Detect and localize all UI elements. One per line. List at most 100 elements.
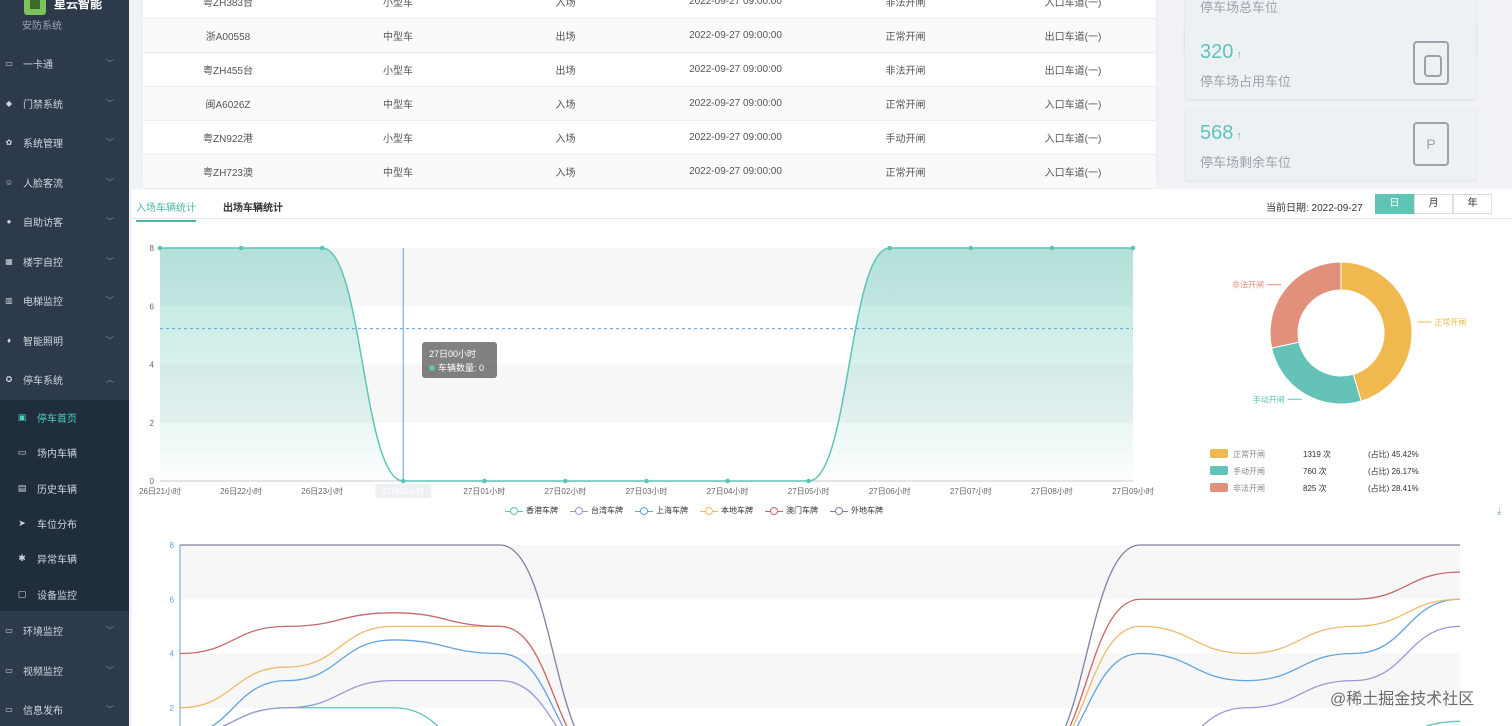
pie-legend-label: 正常开闸 bbox=[1233, 450, 1265, 459]
legend-label: 台湾车牌 bbox=[591, 506, 623, 515]
chevron-up-icon: ︿ bbox=[106, 375, 114, 384]
legend-swatch bbox=[1210, 466, 1228, 475]
legend-item[interactable]: 外地车牌 bbox=[830, 505, 883, 516]
table-cell: 小型车 bbox=[383, 134, 413, 145]
table-cell: 中型车 bbox=[383, 168, 413, 179]
sidebar: 星云智能 安防系统 ▣ 停车首页 ▭ 场内车辆 ▤ 历史车辆 ➤ 车位分布 ✱ 异常车辆 ▢ 设备监控… bbox=[0, 0, 129, 726]
sidebar-item-after-2[interactable]: ▭ 视频监控 ﹀ bbox=[0, 651, 129, 690]
legend-item[interactable]: 本地车牌 bbox=[700, 505, 753, 516]
submenu-item-3[interactable]: ▤ 历史车辆 bbox=[0, 471, 129, 506]
legend-item[interactable]: 香港车牌 bbox=[505, 505, 558, 516]
table-cell: 闽A6026Z bbox=[205, 100, 251, 111]
table-cell: 小型车 bbox=[383, 66, 413, 77]
download-icon[interactable]: ⤓ bbox=[1497, 506, 1501, 517]
table-cell: 粤ZH455台 bbox=[202, 66, 253, 77]
chevron-down-icon: ﹀ bbox=[106, 705, 114, 714]
legend-marker bbox=[635, 506, 653, 515]
face-icon: ☺ bbox=[4, 177, 14, 187]
submenu-item-1[interactable]: ▣ 停车首页 bbox=[0, 400, 129, 435]
dashboard-icon: ▣ bbox=[17, 412, 27, 422]
legend-swatch bbox=[1210, 449, 1228, 458]
sidebar-item-after-1[interactable]: ▭ 环境监控 ﹀ bbox=[0, 611, 129, 650]
sidebar-item-6[interactable]: ▦ 楼宇自控 ﹀ bbox=[0, 242, 129, 281]
sidebar-item-security[interactable]: 安防系统 bbox=[22, 17, 62, 32]
table-row[interactable]: 闽A6026Z 中型车 入场 2022-09-27 09:00:00 正常开闸 入口车道(… bbox=[143, 87, 1156, 121]
elevator-icon: ▥ bbox=[5, 296, 13, 305]
table-cell: 非法开闸 bbox=[885, 0, 926, 9]
sidebar-item-label: 环境监控 bbox=[23, 627, 63, 638]
table-cell: 2022-09-27 09:00:00 bbox=[689, 30, 782, 41]
main-area: 粤ZH383台 小型车 入场 2022-09-27 09:00:00 非法开闸 入口车道(… bbox=[129, 0, 1512, 726]
sidebar-item-label: 智能照明 bbox=[23, 336, 63, 348]
chevron-down-icon: ﹀ bbox=[106, 217, 114, 226]
pie-legend-percent: (占比) 45.42% bbox=[1368, 450, 1419, 459]
sidebar-item-3[interactable]: ✿ 系统管理 ﹀ bbox=[0, 123, 129, 162]
chevron-down-icon: ﹀ bbox=[106, 626, 114, 635]
sidebar-item-7[interactable]: ▥ 电梯监控 ﹀ bbox=[0, 281, 129, 320]
sidebar-item-4[interactable]: ☺ 人脸客流 ﹀ bbox=[0, 163, 129, 202]
submenu-item-2[interactable]: ▭ 场内车辆 bbox=[0, 435, 129, 470]
sidebar-item-2[interactable]: ◆ 门禁系统 ﹀ bbox=[0, 84, 129, 123]
range-day-button[interactable]: 日 bbox=[1375, 194, 1414, 214]
table-row[interactable]: 粤ZH383台 小型车 入场 2022-09-27 09:00:00 非法开闸 入口车道(… bbox=[143, 0, 1156, 19]
legend-marker bbox=[830, 506, 848, 515]
submenu-item-label: 场内车辆 bbox=[37, 449, 77, 461]
submenu-item-label: 异常车辆 bbox=[37, 555, 77, 567]
chevron-down-icon: ﹀ bbox=[106, 59, 114, 68]
sidebar-item-label: 人脸客流 bbox=[23, 178, 63, 190]
sidebar-item-label: 视频监控 bbox=[23, 666, 63, 678]
table-cell: 入口车道(一) bbox=[1044, 168, 1102, 179]
stat-value: 568 ↑ bbox=[1200, 122, 1242, 144]
sidebar-item-9[interactable]: ✪ 停车系统 ︿ bbox=[0, 360, 129, 399]
submenu-item-label: 车位分布 bbox=[37, 519, 77, 531]
table-cell: 入口车道(一) bbox=[1044, 100, 1102, 111]
video-icon: ▭ bbox=[5, 665, 13, 675]
monitor-icon: ▢ bbox=[17, 588, 27, 599]
table-cell: 入场 bbox=[555, 168, 576, 179]
sidebar-item-5[interactable]: ● 自助访客 ﹀ bbox=[0, 202, 129, 241]
tab-entry-stats[interactable]: 入场车辆统计 bbox=[136, 199, 196, 222]
submenu-item-label: 历史车辆 bbox=[37, 484, 77, 496]
table-row[interactable]: 粤ZH723澳 中型车 入场 2022-09-27 09:00:00 正常开闸 入口车道(… bbox=[143, 155, 1156, 189]
table-cell: 出口车道(一) bbox=[1044, 66, 1102, 77]
pie-legend-row: 非法开闸 825 次 (占比) 28.41% bbox=[1210, 481, 1440, 498]
range-year-button[interactable]: 年 bbox=[1453, 194, 1492, 214]
table-row[interactable]: 粤ZH455台 小型车 出场 2022-09-27 09:00:00 非法开闸 出口车道(… bbox=[143, 53, 1156, 87]
sidebar-item-after-3[interactable]: ▭ 信息发布 ﹀ bbox=[0, 690, 129, 726]
tab-exit-stats[interactable]: 出场车辆统计 bbox=[223, 199, 283, 214]
range-month-button[interactable]: 月 bbox=[1414, 194, 1453, 214]
legend-item[interactable]: 上海车牌 bbox=[635, 505, 688, 516]
sidebar-item-label: 停车系统 bbox=[23, 376, 63, 387]
parking-icon: ✪ bbox=[5, 375, 13, 384]
tooltip-title: 27日00小时 bbox=[429, 349, 477, 359]
submenu-item-4[interactable]: ➤ 车位分布 bbox=[0, 506, 129, 541]
table-cell: 入场 bbox=[555, 100, 576, 111]
building-icon: ▦ bbox=[5, 256, 13, 266]
table-row[interactable]: 粤ZN922港 小型车 入场 2022-09-27 09:00:00 手动开闸 入口车道(… bbox=[143, 121, 1156, 155]
table-cell: 浙A00558 bbox=[205, 32, 251, 43]
table-cell: 粤ZN922港 bbox=[202, 134, 253, 145]
legend-label: 香港车牌 bbox=[526, 506, 558, 515]
submenu-item-5[interactable]: ✱ 异常车辆 bbox=[0, 541, 129, 576]
current-date: 当前日期: 2022-09-27 bbox=[1266, 203, 1363, 214]
legend-label: 本地车牌 bbox=[721, 506, 753, 515]
table-row[interactable]: 浙A00558 中型车 出场 2022-09-27 09:00:00 正常开闸 出口车道(… bbox=[143, 19, 1156, 53]
table-cell: 正常开闸 bbox=[885, 100, 926, 111]
submenu-item-6[interactable]: ▢ 设备监控 bbox=[0, 577, 129, 612]
arrow-up-icon: ↑ bbox=[1236, 130, 1242, 142]
parking-sign-icon: P bbox=[1413, 122, 1449, 166]
chart-tooltip: 27日00小时 车辆数量: 0 bbox=[422, 342, 497, 378]
table-cell: 手动开闸 bbox=[885, 134, 926, 145]
legend-label: 澳门车牌 bbox=[786, 506, 818, 515]
logo bbox=[24, 0, 46, 15]
sidebar-item-8[interactable]: ♦ 智能照明 ﹀ bbox=[0, 321, 129, 360]
pie-legend-row: 正常开闸 1319 次 (占比) 45.42% bbox=[1210, 447, 1440, 464]
sidebar-item-label: 一卡通 bbox=[23, 60, 53, 71]
legend-item[interactable]: 澳门车牌 bbox=[765, 505, 818, 516]
car-list-icon: ▭ bbox=[17, 447, 27, 458]
sidebar-item-1[interactable]: ▭ 一卡通 ﹀ bbox=[0, 44, 129, 83]
pie-legend-value: 760 次 bbox=[1303, 467, 1327, 476]
table-cell: 粤ZH723澳 bbox=[202, 168, 253, 179]
legend-item[interactable]: 台湾车牌 bbox=[570, 505, 623, 516]
range-selector: 日 月 年 bbox=[1375, 194, 1492, 214]
